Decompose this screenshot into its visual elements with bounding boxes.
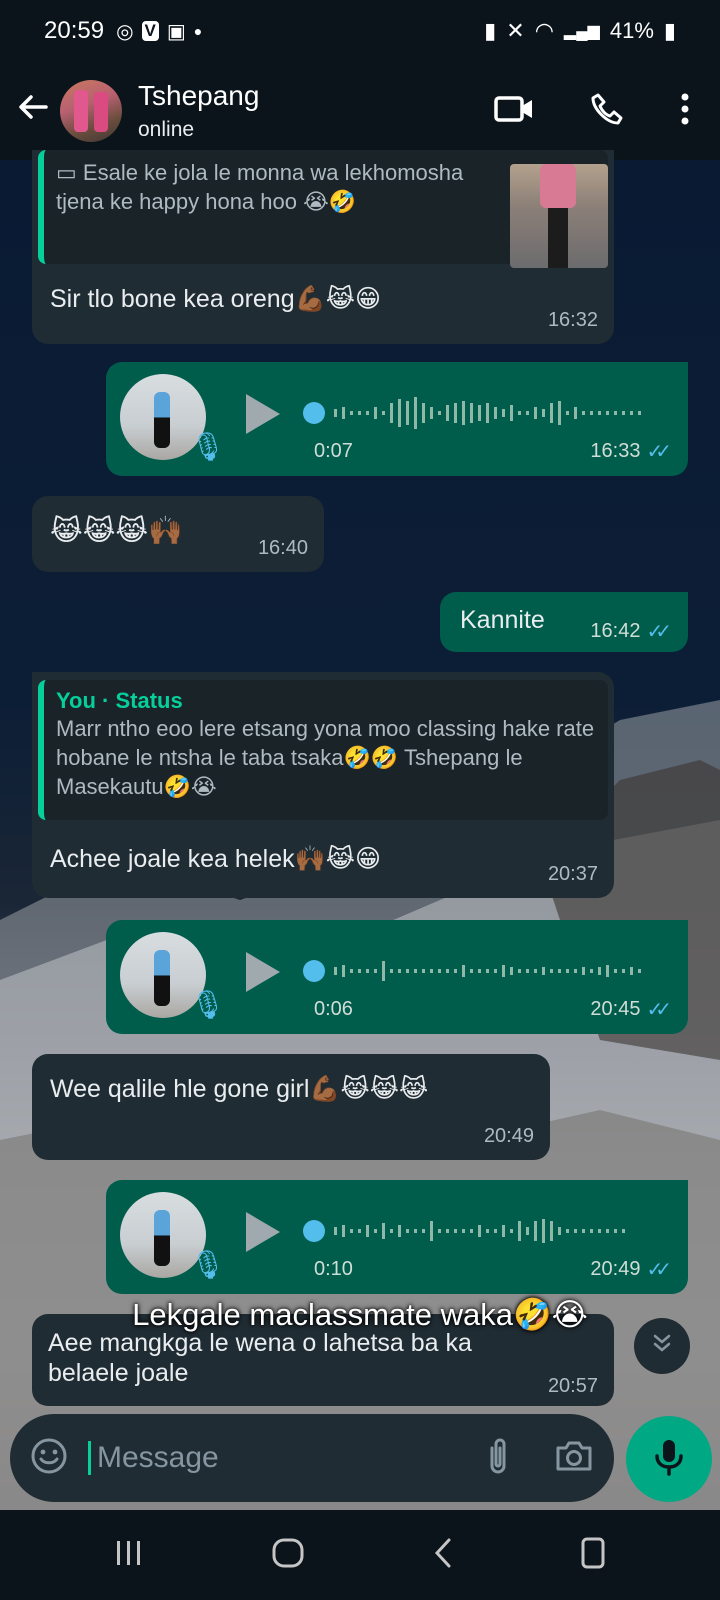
incoming-message[interactable]: You · Status Marr ntho eoo lere etsang y… xyxy=(32,672,614,898)
system-indicators: ▮ ✕ ◠ ▂▄▆ 41% ▮ xyxy=(484,18,676,44)
mic-icon: 🎙 xyxy=(190,431,226,462)
gallery-icon: ▣ xyxy=(166,20,186,43)
quoted-thumbnail xyxy=(510,164,608,268)
incoming-message[interactable]: 😹😹😹🙌🏾 16:40 xyxy=(32,496,324,572)
voice-duration: 0:10 xyxy=(314,1258,353,1280)
waveform[interactable] xyxy=(300,1206,660,1256)
waveform[interactable] xyxy=(300,388,660,438)
message-time: 16:42 xyxy=(590,620,641,642)
voice-message[interactable]: 🎙 0:07 16:33 ✓✓ xyxy=(106,362,688,476)
photo-icon: ▭ xyxy=(56,160,83,185)
battery-percent: 41% xyxy=(609,18,654,43)
play-icon[interactable] xyxy=(246,394,280,434)
chat-header: Tshepang online xyxy=(0,62,720,160)
contact-status: online xyxy=(138,118,195,141)
chevron-down-icon xyxy=(651,1332,673,1361)
message-text: 😹😹😹🙌🏾 xyxy=(50,514,184,547)
quoted-author: You · Status xyxy=(56,688,183,713)
incoming-message[interactable]: ▭ Esale ke jola le monna wa lekhomosha t… xyxy=(32,150,614,344)
quoted-text: ▭ Esale ke jola le monna wa lekhomosha t… xyxy=(56,160,464,214)
voice-duration: 0:06 xyxy=(314,998,353,1020)
mic-icon xyxy=(654,1438,684,1481)
message-time: 20:49 xyxy=(590,1258,641,1280)
message-text: Sir tlo bone kea oreng💪🏾😹😁 xyxy=(50,285,382,313)
battery-icon: ▮ xyxy=(663,18,676,43)
wifi-icon: ◠ xyxy=(534,18,554,43)
message-time: 20:37 xyxy=(547,863,598,885)
keyboard-toggle-icon[interactable] xyxy=(580,1536,606,1575)
read-ticks-icon: ✓✓ xyxy=(646,621,671,643)
back-icon[interactable] xyxy=(433,1537,453,1574)
home-icon[interactable] xyxy=(271,1537,305,1574)
voice-message[interactable]: 🎙 0:06 20:45 ✓✓ xyxy=(106,920,688,1034)
message-time: 20:49 xyxy=(483,1125,534,1147)
battery-saver-icon: ▮ xyxy=(484,18,497,43)
read-ticks-icon: ✓✓ xyxy=(646,1259,671,1281)
recent-apps-icon[interactable] xyxy=(114,1539,144,1572)
dot-icon: ● xyxy=(193,23,203,39)
read-ticks-icon: ✓✓ xyxy=(646,441,671,463)
message-meta: 20:37 xyxy=(548,863,598,886)
avatar[interactable] xyxy=(60,80,122,142)
system-navigation-bar xyxy=(0,1510,720,1600)
message-meta: 16:40 xyxy=(258,537,308,560)
read-ticks-icon: ✓✓ xyxy=(646,999,671,1021)
message-time: 16:33 xyxy=(590,440,641,462)
clock: 20:59 xyxy=(44,17,105,44)
camera-icon[interactable] xyxy=(554,1439,594,1478)
incoming-message[interactable]: Wee qalile hle gone girl💪🏾😹😹😹 20:49 xyxy=(32,1054,550,1160)
quoted-status[interactable]: You · Status Marr ntho eoo lere etsang y… xyxy=(38,680,608,820)
phone-icon[interactable] xyxy=(590,92,624,131)
contact-info[interactable]: Tshepang online xyxy=(138,80,259,142)
signal-icon: ▂▄▆ xyxy=(563,23,600,40)
mic-icon: 🎙 xyxy=(190,989,226,1020)
mic-icon: 🎙 xyxy=(190,1249,226,1280)
play-icon[interactable] xyxy=(246,952,280,992)
more-vert-icon[interactable] xyxy=(680,93,690,130)
emoji-icon[interactable] xyxy=(30,1437,68,1480)
message-text: Aee mangkga le wena o lahetsa ba ka bela… xyxy=(48,1329,472,1387)
message-time: 16:32 xyxy=(547,309,598,331)
caption-overlay: Lekgale maclassmate waka🤣😭 xyxy=(132,1297,588,1332)
status-bar: 20:59 ◎ V ▣ ● ▮ ✕ ◠ ▂▄▆ 41% ▮ xyxy=(0,0,720,62)
back-arrow-icon[interactable] xyxy=(16,90,52,133)
contact-name: Tshepang xyxy=(138,80,260,111)
message-text: Kannite xyxy=(460,606,545,634)
message-meta: 16:42 ✓✓ xyxy=(590,619,672,644)
message-meta: 20:49 xyxy=(484,1125,534,1148)
message-time: 20:45 xyxy=(590,998,641,1020)
voice-record-button[interactable] xyxy=(626,1416,712,1502)
waveform[interactable] xyxy=(300,946,660,996)
message-input[interactable]: Message xyxy=(88,1441,219,1475)
app-v-icon: V xyxy=(141,21,159,41)
message-meta: 20:49 ✓✓ xyxy=(590,1257,672,1282)
message-meta: 20:57 xyxy=(548,1375,598,1398)
whatsapp-icon: ◎ xyxy=(116,20,134,43)
mute-icon: ✕ xyxy=(506,18,525,43)
video-call-icon[interactable] xyxy=(494,94,534,129)
quoted-text: Marr ntho eoo lere etsang yona moo class… xyxy=(56,716,595,799)
voice-duration: 0:07 xyxy=(314,440,353,462)
outgoing-message[interactable]: Kannite 16:42 ✓✓ xyxy=(440,592,688,652)
voice-message[interactable]: 🎙 0:10 20:49 ✓✓ xyxy=(106,1180,688,1294)
message-meta: 20:45 ✓✓ xyxy=(590,997,672,1022)
message-composer: Message xyxy=(10,1414,614,1502)
message-time: 16:40 xyxy=(257,537,308,559)
message-meta: 16:32 xyxy=(548,309,598,332)
notification-icons: ◎ V ▣ ● xyxy=(116,19,202,44)
message-time: 20:57 xyxy=(547,1375,598,1397)
message-text: Wee qalile hle gone girl💪🏾😹😹😹 xyxy=(50,1075,429,1103)
play-icon[interactable] xyxy=(246,1212,280,1252)
message-meta: 16:33 ✓✓ xyxy=(590,439,672,464)
message-text: Achee joale kea helek🙌🏾😹😁 xyxy=(50,845,382,873)
attach-icon[interactable] xyxy=(486,1436,510,1481)
